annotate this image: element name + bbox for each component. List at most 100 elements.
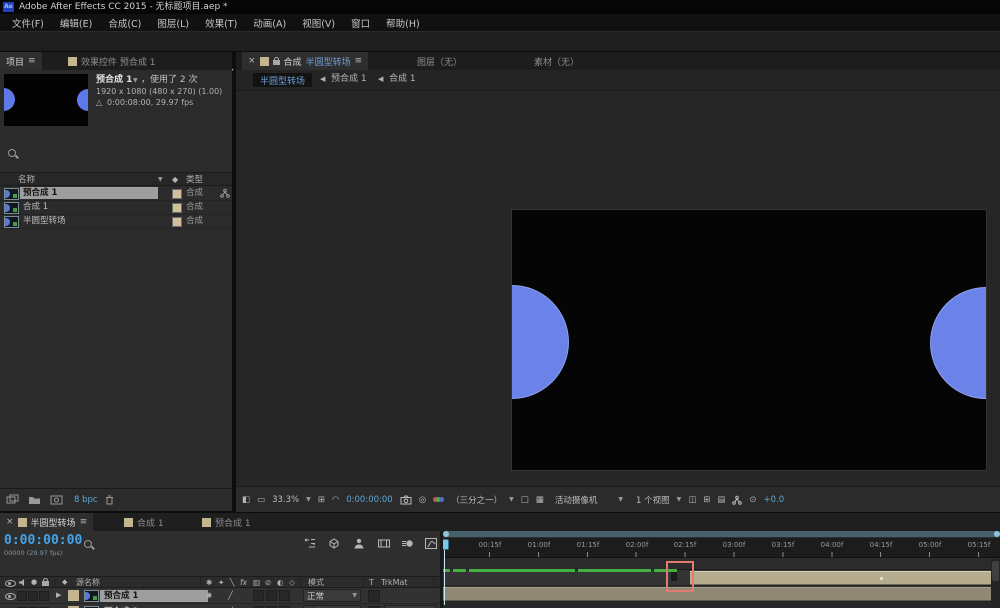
snapshot-icon[interactable] — [400, 495, 412, 505]
menu-edit[interactable]: 编辑(E) — [52, 16, 100, 30]
fx-switch-icon[interactable]: fx — [240, 579, 247, 587]
tab-project[interactable]: 项目 ≡ — [0, 52, 42, 70]
comp-flowchart-icon[interactable] — [732, 495, 742, 505]
lock-column-icon[interactable] — [42, 581, 49, 586]
graph-editor-icon[interactable] — [424, 537, 438, 550]
pixel-aspect-icon[interactable]: ⊞ — [703, 495, 710, 505]
menu-animation[interactable]: 动画(A) — [245, 16, 294, 30]
navigator-start-handle[interactable] — [443, 531, 449, 537]
time-ruler[interactable]: 00:15f 01:00f 01:15f 02:00f 02:15f 03:00… — [443, 538, 1000, 558]
timeline-scrollbar-thumb[interactable] — [992, 561, 999, 581]
project-item-name[interactable]: 半圆型转场 — [23, 217, 66, 226]
audio-column-icon[interactable] — [18, 578, 27, 587]
camera-select[interactable]: 活动摄像机 — [555, 494, 598, 506]
timeline-vertical-scrollbar[interactable] — [991, 559, 1000, 608]
frame-blend-switch-icon[interactable]: ▥ — [253, 579, 260, 587]
label-swatch[interactable] — [172, 189, 182, 199]
close-icon[interactable]: × — [6, 517, 14, 527]
timeline-timecode[interactable]: 0:00:00:00 — [4, 534, 82, 547]
zoom-level[interactable]: 33.3% — [272, 495, 299, 505]
camera-dropdown-icon[interactable]: ▼ — [618, 496, 623, 503]
multi-view-icon[interactable]: ◫ — [688, 495, 696, 505]
panel-menu-icon[interactable]: ≡ — [80, 517, 88, 527]
viewer-timecode[interactable]: 0:00:00:00 — [346, 495, 392, 505]
cti-handle[interactable] — [443, 539, 449, 550]
menu-help[interactable]: 帮助(H) — [378, 16, 428, 30]
layer-visibility-toggle[interactable] — [5, 593, 16, 600]
viewer-canvas[interactable] — [236, 91, 1000, 486]
layer-expander-icon[interactable]: ▶ — [56, 592, 61, 599]
breadcrumb-current[interactable]: 半圆型转场 — [253, 73, 312, 87]
video-column-icon[interactable] — [5, 580, 16, 587]
column-name[interactable]: 名称 — [18, 176, 35, 185]
menu-file[interactable]: 文件(F) — [4, 16, 52, 30]
collapse-switch-icon[interactable]: ✦ — [218, 579, 224, 587]
project-row-1[interactable]: 预合成 1 合成 — [0, 186, 232, 201]
label-column-icon[interactable]: ◆ — [172, 176, 178, 184]
project-item-name[interactable]: 预合成 1 — [23, 189, 57, 198]
always-preview-icon[interactable]: ◧ — [242, 495, 250, 505]
fast-preview-icon[interactable]: ▤ — [717, 495, 725, 505]
menu-effect[interactable]: 效果(T) — [197, 16, 245, 30]
layer-quality-icon[interactable]: ✱ — [206, 592, 212, 600]
transparency-grid-icon[interactable]: ▦ — [536, 495, 544, 505]
quality-switch-icon[interactable]: ✱ — [206, 579, 212, 587]
lock-icon[interactable] — [273, 60, 280, 65]
view-layout-select[interactable]: 1 个视图 — [636, 494, 670, 506]
tab-footage-viewer[interactable]: 素材（无） — [528, 52, 585, 70]
breadcrumb-parent2[interactable]: 合成 1 — [389, 75, 416, 84]
menu-composition[interactable]: 合成(C) — [100, 16, 149, 30]
label-column-icon[interactable]: ◆ — [62, 579, 67, 586]
label-swatch[interactable] — [172, 217, 182, 227]
grid-guides-icon[interactable]: ⊞ — [318, 495, 325, 505]
label-swatch[interactable] — [172, 203, 182, 213]
navigator-end-handle[interactable] — [994, 531, 1000, 537]
exposure-value[interactable]: +0.0 — [764, 495, 785, 505]
project-row-3[interactable]: 半圆型转场 合成 — [0, 214, 232, 229]
shy-layers-icon[interactable] — [352, 537, 366, 550]
column-type[interactable]: 类型 — [186, 176, 203, 185]
primary-viewer-icon[interactable]: ▭ — [257, 495, 265, 505]
draw-switch-icon[interactable]: ╲ — [230, 579, 235, 587]
composition-frame[interactable] — [512, 210, 986, 470]
project-search-input[interactable] — [4, 145, 228, 161]
adjustment-switch-icon[interactable]: ◐ — [277, 579, 284, 587]
trkmat-column[interactable]: TrkMat — [381, 579, 408, 587]
project-row-2[interactable]: 合成 1 合成 — [0, 200, 232, 215]
menu-layer[interactable]: 图层(L) — [149, 16, 197, 30]
tab-effect-controls[interactable]: 效果控件 预合成 1 — [62, 52, 161, 70]
resolution-select[interactable]: （三分之一） — [451, 494, 502, 506]
exposure-icon[interactable]: ⊙ — [749, 495, 756, 505]
t-column[interactable]: T — [369, 579, 374, 587]
layer-row-2[interactable]: ▶ 预合成 1 ✱ ╱ 正常 ▼ 无 ▼ — [0, 604, 440, 608]
sort-icon[interactable]: ▼ — [158, 177, 163, 183]
layer-label-swatch[interactable] — [68, 590, 79, 601]
layer-name[interactable]: 预合成 1 — [104, 592, 138, 601]
project-item-name[interactable]: 合成 1 — [23, 203, 48, 212]
new-folder-icon[interactable] — [28, 494, 41, 506]
cti-line[interactable] — [444, 549, 445, 605]
preview-dropdown-icon[interactable]: ▼ — [133, 78, 138, 84]
motion-blur-icon[interactable] — [401, 537, 415, 550]
source-name-column[interactable]: 源名称 — [76, 579, 100, 587]
region-of-interest-icon[interactable]: □ — [521, 495, 529, 505]
view-layout-dropdown-icon[interactable]: ▼ — [677, 496, 682, 503]
show-snapshot-icon[interactable]: ◎ — [419, 495, 426, 505]
timeline-tab-2[interactable]: 合成 1 — [118, 513, 170, 531]
layer-rasterize-icon[interactable]: ╱ — [228, 592, 233, 600]
trash-icon[interactable] — [104, 494, 115, 506]
frame-blending-icon[interactable] — [377, 537, 391, 550]
layer-bar-2[interactable] — [443, 587, 1000, 601]
channels-icon[interactable] — [433, 497, 444, 502]
panel-menu-icon[interactable]: ≡ — [28, 56, 36, 66]
timeline-tab-3[interactable]: 预合成 1 — [196, 513, 257, 531]
mask-visibility-icon[interactable]: ◠ — [332, 495, 339, 505]
new-composition-icon[interactable] — [50, 494, 63, 506]
timeline-tab-active[interactable]: × 半圆型转场 ≡ — [0, 513, 93, 531]
mode-column[interactable]: 模式 — [308, 579, 324, 587]
draft-3d-icon[interactable] — [327, 537, 341, 550]
comp-mini-flowchart-icon[interactable] — [303, 537, 317, 550]
menu-view[interactable]: 视图(V) — [294, 16, 343, 30]
breadcrumb-parent1[interactable]: 预合成 1 — [331, 75, 367, 84]
motion-blur-switch-icon[interactable]: ⊘ — [265, 579, 271, 587]
